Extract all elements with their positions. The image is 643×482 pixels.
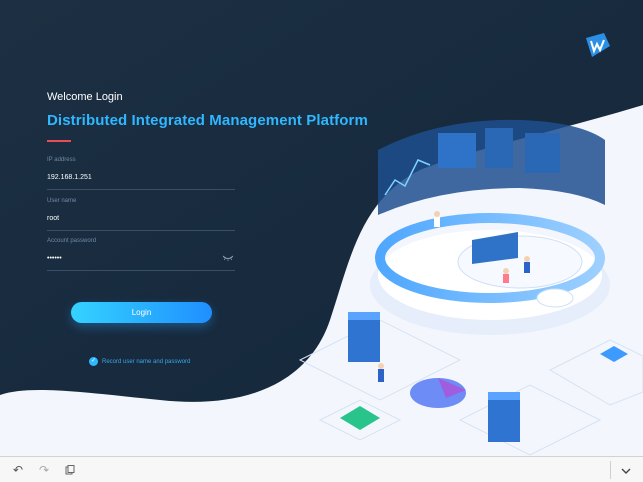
undo-icon[interactable]: ↶ [9, 461, 27, 479]
welcome-heading: Welcome Login [47, 91, 123, 103]
eye-icon[interactable] [222, 254, 234, 263]
user-name-underline [47, 230, 235, 231]
remember-credentials-label: Record user name and password [102, 358, 191, 365]
password-label: Account password [47, 238, 97, 244]
title-underline [47, 140, 71, 142]
background-illustration [0, 0, 643, 456]
ip-address-field[interactable] [47, 171, 235, 183]
redo-icon[interactable]: ↷ [35, 461, 53, 479]
password-field[interactable] [47, 252, 235, 264]
login-button[interactable]: Login [71, 302, 212, 323]
user-name-label: User name [47, 198, 77, 204]
password-underline [47, 270, 235, 271]
user-name-field[interactable] [47, 212, 235, 224]
ip-address-label: IP address [47, 157, 76, 163]
bottom-toolbar: ↶ ↷ [0, 456, 643, 482]
ip-address-underline [47, 189, 235, 190]
toolbar-divider [610, 461, 611, 479]
chevron-down-icon[interactable] [617, 461, 635, 479]
remember-credentials-checkbox[interactable]: ✓ Record user name and password [89, 357, 190, 366]
brand-logo-icon [584, 32, 612, 63]
login-screen: Welcome Login Distributed Integrated Man… [0, 0, 643, 456]
page-title: Distributed Integrated Management Platfo… [47, 112, 368, 129]
clipboard-icon[interactable] [61, 461, 79, 479]
check-circle-icon: ✓ [89, 357, 98, 366]
